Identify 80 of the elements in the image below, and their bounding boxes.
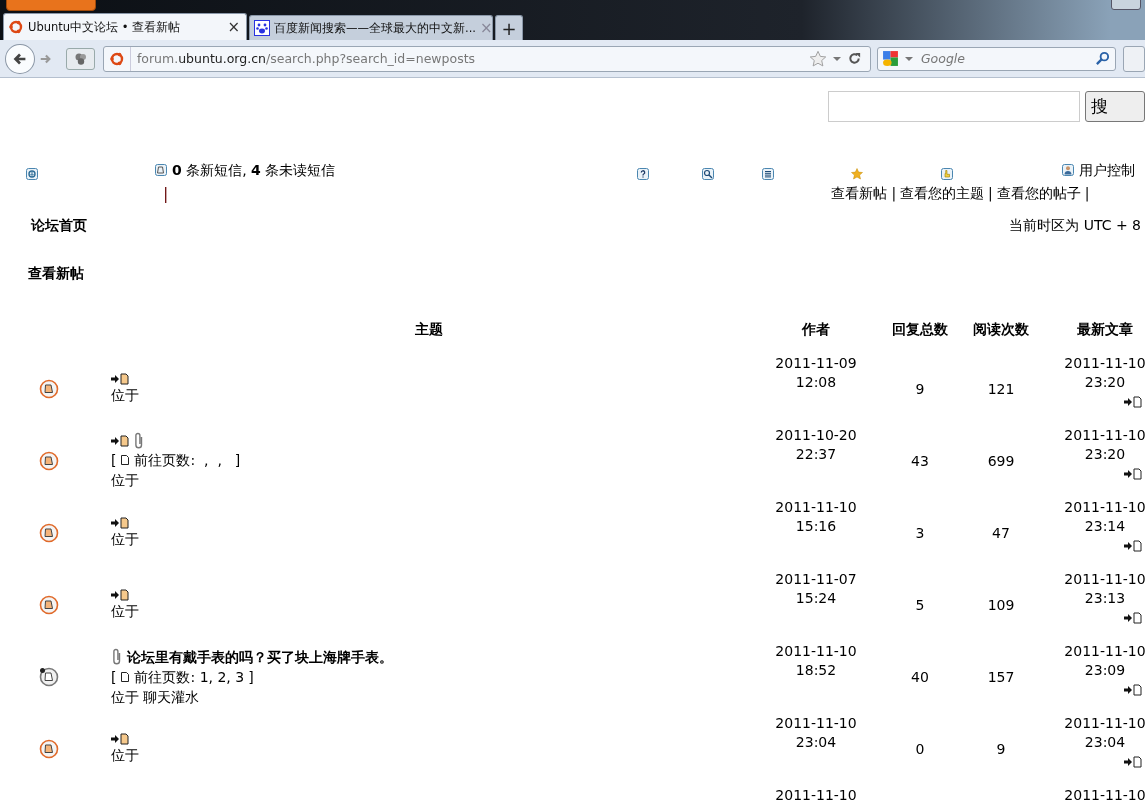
post-date: 2011-11-10 xyxy=(1064,714,1145,733)
url-text: forum.ubuntu.org.cn/search.php?search_id=newposts xyxy=(136,51,477,66)
view-count: 699 xyxy=(987,453,1015,469)
nav-link[interactable]: 查看您的主题 xyxy=(900,184,985,203)
close-tab-button[interactable]: × xyxy=(227,18,240,36)
column-header: 回复总数 xyxy=(891,321,949,339)
browser-tab[interactable]: 百度新闻搜索——全球最大的中文新... × xyxy=(249,15,493,40)
reply-count: 5 xyxy=(915,597,925,613)
post-date: 2011-11-10 xyxy=(1064,570,1145,589)
post-time: 23:20 xyxy=(1084,373,1126,392)
view-count: 47 xyxy=(992,525,1010,541)
reply-count: 3 xyxy=(915,525,925,541)
bracket: ] xyxy=(234,451,241,470)
post-date: 2011-11-10 xyxy=(1064,642,1145,661)
post-date: 2011-11-10 xyxy=(1064,426,1145,445)
view-count: 9 xyxy=(996,741,1006,757)
address-bar[interactable]: forum.ubuntu.org.cn/search.php?search_id=newposts xyxy=(102,45,871,72)
post-time: 23:04 xyxy=(1084,733,1126,752)
post-date: 2011-11-10 xyxy=(775,786,857,804)
location-label: 位于 xyxy=(111,746,139,765)
tab-title: Ubuntu中文论坛 • 查看新帖 xyxy=(28,19,182,35)
post-date: 2011-11-10 xyxy=(1064,498,1145,517)
reply-count: 43 xyxy=(911,453,929,469)
column-header: 作者 xyxy=(800,321,831,339)
search-button[interactable]: 搜 xyxy=(1085,91,1145,122)
post-date: 2011-11-09 xyxy=(775,354,857,373)
nav-link[interactable]: 查看新帖 xyxy=(831,184,888,203)
post-time: 23:04 xyxy=(795,733,837,752)
bracket: [ xyxy=(111,451,117,470)
separator: | xyxy=(163,184,169,203)
post-date: 2011-11-10 xyxy=(1064,786,1145,804)
location-label: 位于 xyxy=(111,386,139,405)
post-date: 2011-11-10 xyxy=(775,498,857,517)
post-time: 23:14 xyxy=(1084,517,1126,536)
post-date: 2011-11-10 xyxy=(1064,354,1145,373)
column-header: 最新文章 xyxy=(1076,321,1134,339)
post-time: 23:09 xyxy=(1084,661,1126,680)
timezone-text: 当前时区为 UTC + 8 xyxy=(1009,217,1141,235)
browser-tab[interactable]: Ubuntu中文论坛 • 查看新帖 × xyxy=(3,13,247,40)
bracket: ] xyxy=(248,668,254,687)
tab-title: 百度新闻搜索——全球最大的中文新... xyxy=(274,20,476,36)
post-time: 23:20 xyxy=(1084,445,1126,464)
location-label: 位于 xyxy=(111,688,139,707)
reply-count: 0 xyxy=(915,741,925,757)
separator: | xyxy=(1084,184,1090,203)
web-search-input[interactable]: Google xyxy=(918,50,1096,67)
reply-count: 40 xyxy=(911,669,929,685)
post-time: 12:08 xyxy=(795,373,837,392)
nav-link[interactable]: 查看您的帖子 xyxy=(996,184,1081,203)
post-time: 15:16 xyxy=(795,517,837,536)
post-time: 18:52 xyxy=(795,661,837,680)
reply-count: 9 xyxy=(915,381,925,397)
separator: | xyxy=(988,184,993,203)
location-label: 位于 xyxy=(111,602,139,621)
separator: | xyxy=(891,184,897,203)
post-date: 2011-10-20 xyxy=(775,426,857,445)
page-links[interactable]: 前往页数: 1, 2, 3 xyxy=(134,667,245,687)
location-label: 位于 xyxy=(111,471,139,490)
topic-title-link[interactable]: 论坛里有戴手表的吗？买了块上海牌手表。 xyxy=(127,647,393,667)
bracket: [ xyxy=(111,668,117,687)
column-header: 阅读次数 xyxy=(972,321,1030,339)
forum-index-link[interactable]: 论坛首页 xyxy=(31,217,87,235)
post-date: 2011-11-07 xyxy=(775,570,857,589)
post-time: 23:13 xyxy=(1084,589,1126,608)
view-count: 157 xyxy=(987,669,1015,685)
view-count: 109 xyxy=(987,597,1015,613)
search-bar[interactable]: Google xyxy=(876,46,1117,71)
page-links[interactable]: 前往页数: , , xyxy=(134,450,231,470)
view-count: 121 xyxy=(987,381,1015,397)
location-label: 位于 xyxy=(111,530,139,549)
post-date: 2011-11-10 xyxy=(775,642,857,661)
post-time: 22:37 xyxy=(795,445,837,464)
post-time: 15:24 xyxy=(795,589,837,608)
post-date: 2011-11-10 xyxy=(775,714,857,733)
user-control-panel-link[interactable]: 用户控制 xyxy=(1079,160,1135,180)
column-header: 主题 xyxy=(413,321,444,339)
page-heading: 查看新帖 xyxy=(28,264,84,283)
new-tab-button[interactable]: + xyxy=(495,15,523,40)
forum-link[interactable]: 聊天灌水 xyxy=(143,687,199,707)
message-count-link[interactable]: 0 条新短信, 4 条未读短信 xyxy=(172,160,336,180)
